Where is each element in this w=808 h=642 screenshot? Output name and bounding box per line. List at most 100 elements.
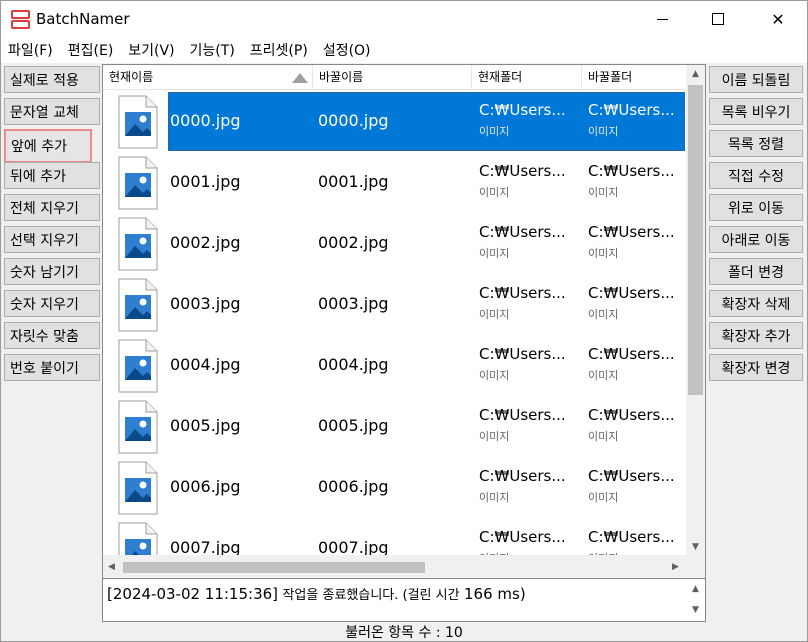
apply-button[interactable]: 실제로 적용 [4, 66, 100, 93]
vertical-scroll-thumb[interactable] [688, 85, 703, 395]
maximize-button[interactable] [688, 1, 748, 37]
file-row[interactable]: 0007.jpg 0007.jpg C:₩Users... 이미지 C:₩Use… [103, 518, 686, 555]
menu-edit[interactable]: 편집(E) [68, 40, 114, 60]
current-folder-type: 이미지 [479, 369, 510, 382]
new-name-cell: 0002.jpg [318, 233, 389, 252]
minimize-icon [656, 18, 668, 20]
new-name-cell: 0005.jpg [318, 416, 389, 435]
minimize-button[interactable] [632, 1, 692, 37]
clear-all-button[interactable]: 전체 지우기 [4, 194, 100, 221]
new-folder-cell: C:₩Users... [588, 223, 675, 241]
current-name-cell: 0006.jpg [170, 477, 241, 496]
scroll-up-icon[interactable]: ▲ [686, 65, 705, 82]
new-folder-cell: C:₩Users... [588, 528, 675, 546]
column-header-new-folder[interactable]: 바꿀폴더 [582, 65, 686, 90]
menu-presets[interactable]: 프리셋(P) [250, 40, 308, 60]
current-name-cell: 0005.jpg [170, 416, 241, 435]
change-extension-button[interactable]: 확장자 변경 [709, 354, 803, 381]
add-numbering-button[interactable]: 번호 붙이기 [4, 354, 100, 381]
new-name-cell: 0004.jpg [318, 355, 389, 374]
current-name-cell: 0001.jpg [170, 172, 241, 191]
file-row[interactable]: 0004.jpg 0004.jpg C:₩Users... 이미지 C:₩Use… [103, 335, 686, 396]
current-folder-cell: C:₩Users... [479, 162, 566, 180]
horizontal-scroll-thumb[interactable] [123, 562, 425, 573]
image-file-icon [118, 400, 158, 454]
column-header-current-name[interactable]: 현재이름 [103, 65, 313, 90]
image-file-icon [118, 522, 158, 555]
column-header-new-name[interactable]: 바꿀이름 [313, 65, 472, 90]
clear-selection-button[interactable]: 선택 지우기 [4, 226, 100, 253]
scroll-down-icon[interactable]: ▼ [686, 538, 705, 555]
edit-directly-button[interactable]: 직접 수정 [709, 162, 803, 189]
vertical-scrollbar[interactable]: ▲ ▼ [686, 65, 705, 555]
new-folder-cell: C:₩Users... [588, 162, 675, 180]
current-name-cell: 0003.jpg [170, 294, 241, 313]
log-duration: 166 ms) [464, 585, 526, 603]
current-folder-type: 이미지 [479, 186, 510, 199]
keep-numbers-button[interactable]: 숫자 남기기 [4, 258, 100, 285]
column-header-current-folder[interactable]: 현재폴더 [472, 65, 582, 90]
log-scroll-up-icon[interactable]: ▲ [686, 579, 705, 599]
add-extension-button[interactable]: 확장자 추가 [709, 322, 803, 349]
pad-digits-button[interactable]: 자릿수 맞춤 [4, 322, 100, 349]
sort-ascending-icon [292, 73, 308, 83]
sort-list-button[interactable]: 목록 정렬 [709, 130, 803, 157]
menu-bar: 파일(F) 편집(E) 보기(V) 기능(T) 프리셋(P) 설정(O) [1, 37, 807, 63]
file-row[interactable]: 0003.jpg 0003.jpg C:₩Users... 이미지 C:₩Use… [103, 274, 686, 335]
log-line: [2024-03-02 11:15:36] 작업을 종료했습니다. (걸린 시간… [107, 584, 526, 603]
new-name-cell: 0003.jpg [318, 294, 389, 313]
file-list[interactable]: 현재이름 바꿀이름 현재폴더 바꿀폴더 0000.jpg 0000.jpg C:… [102, 64, 706, 580]
window-title: BatchNamer [36, 10, 130, 28]
new-folder-cell: C:₩Users... [588, 101, 675, 119]
file-row[interactable]: 0000.jpg 0000.jpg C:₩Users... 이미지 C:₩Use… [103, 91, 686, 152]
current-folder-cell: C:₩Users... [479, 101, 566, 119]
title-bar[interactable]: BatchNamer ✕ [1, 1, 807, 37]
scroll-left-icon[interactable]: ◀ [103, 555, 120, 579]
move-up-button[interactable]: 위로 이동 [709, 194, 803, 221]
prepend-button[interactable]: 앞에 추가 [4, 129, 92, 163]
maximize-icon [712, 13, 724, 25]
replace-string-button[interactable]: 문자열 교체 [4, 98, 100, 125]
list-header: 현재이름 바꿀이름 현재폴더 바꿀폴더 [103, 65, 686, 90]
new-name-cell: 0001.jpg [318, 172, 389, 191]
current-folder-type: 이미지 [479, 308, 510, 321]
image-file-icon [118, 339, 158, 393]
current-folder-type: 이미지 [479, 491, 510, 504]
menu-view[interactable]: 보기(V) [128, 40, 174, 60]
menu-tools[interactable]: 기능(T) [190, 40, 235, 60]
current-name-cell: 0000.jpg [170, 111, 241, 130]
file-row[interactable]: 0001.jpg 0001.jpg C:₩Users... 이미지 C:₩Use… [103, 152, 686, 213]
menu-settings[interactable]: 설정(O) [323, 40, 371, 60]
log-panel[interactable]: [2024-03-02 11:15:36] 작업을 종료했습니다. (걸린 시간… [102, 578, 706, 622]
new-folder-type: 이미지 [588, 247, 619, 260]
image-file-icon [118, 278, 158, 332]
new-folder-type: 이미지 [588, 491, 619, 504]
clear-list-button[interactable]: 목록 비우기 [709, 98, 803, 125]
app-icon [11, 10, 30, 30]
append-button[interactable]: 뒤에 추가 [4, 162, 100, 189]
current-folder-cell: C:₩Users... [479, 528, 566, 546]
file-row[interactable]: 0002.jpg 0002.jpg C:₩Users... 이미지 C:₩Use… [103, 213, 686, 274]
log-scrollbar[interactable]: ▲ ▼ [686, 579, 705, 621]
status-bar: 불러온 항목 수 : 10 [345, 625, 463, 641]
log-message: 작업을 종료했습니다. (걸린 시간 [282, 588, 460, 603]
horizontal-scrollbar[interactable]: ◀ ▶ [103, 555, 686, 579]
remove-numbers-button[interactable]: 숫자 지우기 [4, 290, 100, 317]
move-down-button[interactable]: 아래로 이동 [709, 226, 803, 253]
file-row[interactable]: 0005.jpg 0005.jpg C:₩Users... 이미지 C:₩Use… [103, 396, 686, 457]
new-folder-type: 이미지 [588, 430, 619, 443]
delete-extension-button[interactable]: 확장자 삭제 [709, 290, 803, 317]
new-folder-type: 이미지 [588, 125, 619, 138]
current-folder-type: 이미지 [479, 125, 510, 138]
current-name-cell: 0007.jpg [170, 538, 241, 555]
file-row[interactable]: 0006.jpg 0006.jpg C:₩Users... 이미지 C:₩Use… [103, 457, 686, 518]
undo-name-button[interactable]: 이름 되돌림 [709, 66, 803, 93]
log-scroll-down-icon[interactable]: ▼ [686, 600, 705, 620]
current-name-cell: 0004.jpg [170, 355, 241, 374]
menu-file[interactable]: 파일(F) [8, 40, 53, 60]
scroll-right-icon[interactable]: ▶ [667, 555, 684, 579]
close-button[interactable]: ✕ [748, 1, 808, 37]
change-folder-button[interactable]: 폴더 변경 [709, 258, 803, 285]
new-folder-type: 이미지 [588, 369, 619, 382]
new-name-cell: 0006.jpg [318, 477, 389, 496]
